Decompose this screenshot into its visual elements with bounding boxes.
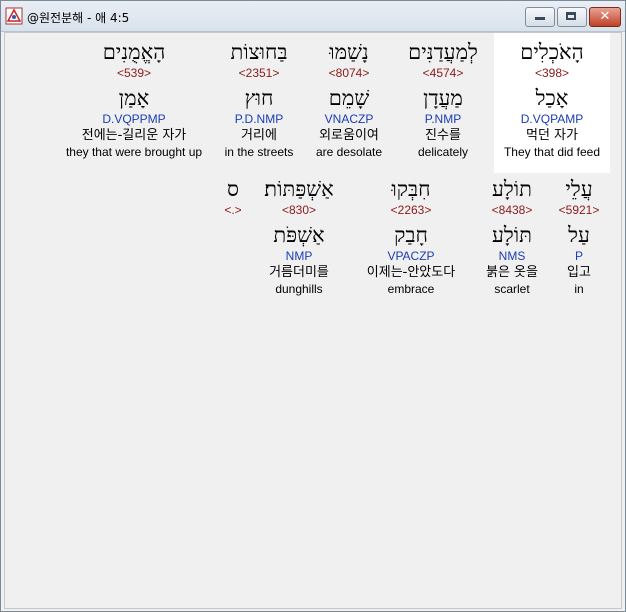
strong-number[interactable]: <398>	[492, 65, 612, 81]
english-gloss: scarlet	[494, 282, 530, 296]
hebrew-word: ס	[227, 177, 239, 201]
korean-gloss: 먹던 자가	[526, 128, 578, 143]
english-gloss: dunghills	[275, 282, 323, 296]
morphology-code: NMP	[285, 249, 313, 263]
hebrew-word: הָאֹכְלִים	[520, 40, 584, 64]
korean-gloss: 거름더미를	[269, 265, 329, 280]
morphology-code: P.D.NMP	[234, 112, 284, 126]
korean-gloss: 붉은 옷을	[486, 265, 538, 280]
hebrew-word: הָאֱמֻנִים	[102, 40, 166, 64]
app-window: @원전분해 - 애 4:5 ✕ הָאֹכְלִים <398> אָכַל D…	[0, 0, 626, 612]
korean-gloss: 전에는-길리운 자가	[81, 128, 187, 143]
word-column[interactable]: תוֹלָע <8438> תּוֹלָע NMS 붉은 옷을 scarlet	[462, 176, 562, 297]
hebrew-lemma: חָבַק	[394, 223, 428, 247]
window-title: @원전분해 - 애 4:5	[27, 11, 130, 25]
hebrew-word: אַשְׁפַּתּוֹת׃	[264, 177, 334, 201]
korean-gloss: 이제는-안았도다	[366, 265, 456, 280]
hebrew-lemma: אָמַן	[118, 86, 150, 110]
strong-number[interactable]: <539>	[59, 65, 209, 81]
word-column[interactable]: חִבְּקוּ <2263> חָבַק VPACZP 이제는-안았도다 em…	[351, 176, 471, 297]
english-gloss: embrace	[387, 282, 435, 296]
word-column[interactable]: ס <.>	[213, 176, 253, 218]
close-button[interactable]: ✕	[589, 7, 621, 27]
strong-number[interactable]: <8438>	[462, 202, 562, 218]
hebrew-lemma: חוּץ	[244, 86, 274, 110]
word-column[interactable]: הָאֱמֻנִים <539> אָמַן D.VQPPMP 전에는-길리운 …	[59, 39, 209, 160]
app-icon	[5, 7, 23, 25]
maximize-icon	[566, 12, 576, 20]
hebrew-word: תוֹלָע	[492, 177, 532, 201]
strong-number[interactable]: <830>	[249, 202, 349, 218]
strong-number[interactable]: <2263>	[351, 202, 471, 218]
hebrew-lemma: תּוֹלָע	[492, 223, 532, 247]
hebrew-lemma: אָכַל	[535, 86, 569, 110]
morphology-code: NMS	[498, 249, 526, 263]
english-gloss: in the streets	[224, 145, 294, 159]
strong-number[interactable]: <2351>	[199, 65, 319, 81]
hebrew-lemma: אַשְׁפֹּת	[273, 223, 325, 247]
morphology-code: VPACZP	[387, 249, 435, 263]
korean-gloss: 거리에	[241, 128, 277, 143]
interlinear-view: הָאֹכְלִים <398> אָכַל D.VQPAMP 먹던 자가 Th…	[4, 32, 622, 609]
hebrew-word: חִבְּקוּ	[391, 177, 431, 201]
strong-number[interactable]: <.>	[213, 202, 253, 218]
word-column[interactable]: בַּחוּצוֹת <2351> חוּץ P.D.NMP 거리에 in th…	[199, 39, 319, 160]
morphology-code: D.VQPAMP	[520, 112, 584, 126]
title-bar[interactable]: @원전분해 - 애 4:5 ✕	[1, 1, 625, 32]
hebrew-word: בַּחוּצוֹת	[230, 40, 288, 64]
close-icon: ✕	[599, 9, 611, 24]
word-column[interactable]: הָאֹכְלִים <398> אָכַל D.VQPAMP 먹던 자가 Th…	[492, 39, 612, 160]
english-gloss: they that were brought up	[65, 145, 203, 159]
english-gloss: They that did feed	[503, 145, 601, 159]
maximize-button[interactable]	[557, 7, 587, 27]
minimize-button[interactable]	[525, 7, 555, 27]
word-column[interactable]: אַשְׁפַּתּוֹת׃ <830> אַשְׁפֹּת NMP 거름더미를…	[249, 176, 349, 297]
morphology-code: D.VQPPMP	[102, 112, 166, 126]
minimize-icon	[535, 17, 545, 20]
